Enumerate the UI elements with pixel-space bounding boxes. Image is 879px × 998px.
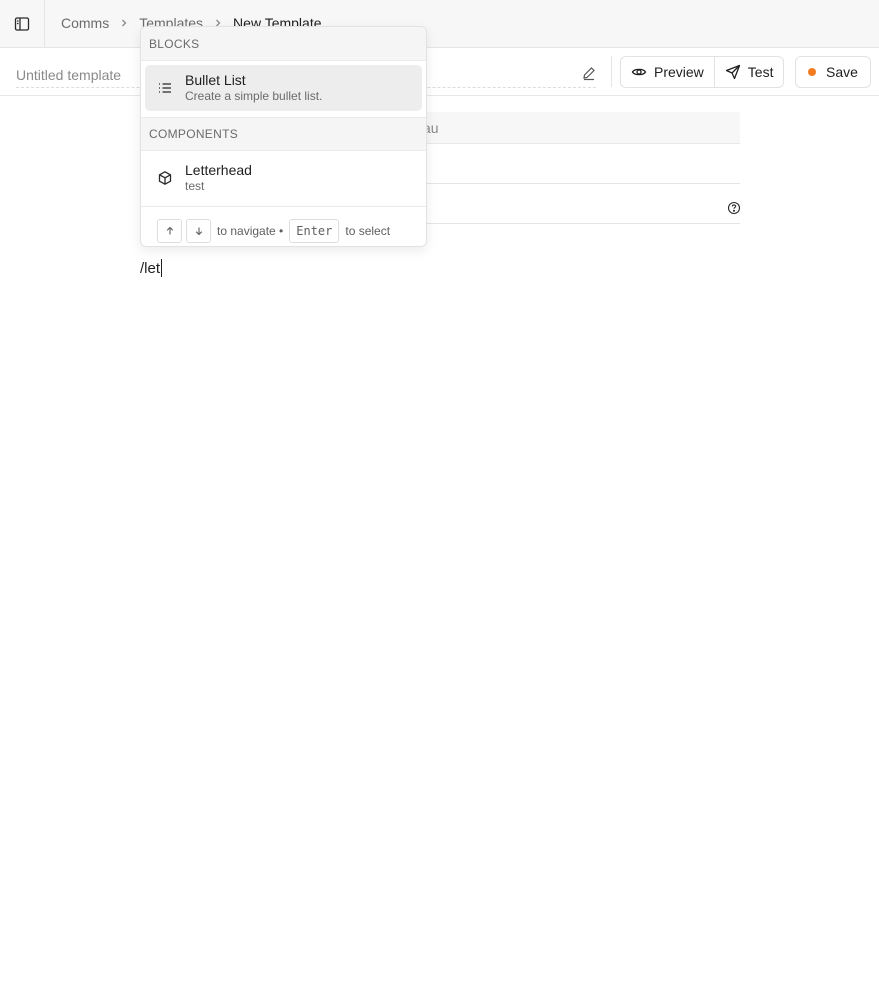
menu-item-title: Letterhead — [185, 162, 252, 178]
menu-item-bullet-list[interactable]: Bullet List Create a simple bullet list. — [145, 65, 422, 111]
top-bar: Comms Templates New Template — [0, 0, 879, 48]
arrow-down-icon — [195, 227, 202, 236]
blocks-section-heading: BLOCKS — [141, 27, 426, 61]
box-icon — [157, 170, 173, 186]
enter-key: Enter — [289, 219, 340, 243]
list-icon — [157, 80, 173, 96]
editor-text: /let — [140, 259, 161, 277]
menu-item-subtitle: Create a simple bullet list. — [185, 89, 323, 103]
menu-item-letterhead[interactable]: Letterhead test — [145, 155, 422, 201]
sidebar-icon — [14, 16, 30, 31]
action-button-group: Preview Test — [620, 56, 785, 88]
test-button[interactable]: Test — [713, 57, 784, 87]
navigate-hint: to navigate • — [217, 224, 284, 238]
text-caret — [161, 259, 163, 277]
blocks-list: Bullet List Create a simple bullet list. — [141, 65, 426, 117]
arrow-up-icon — [166, 226, 173, 235]
send-icon — [725, 64, 740, 80]
arrow-down-key — [186, 219, 211, 243]
components-section-heading: COMPONENTS — [141, 117, 426, 151]
help-circle-icon[interactable] — [727, 201, 741, 215]
toolbar-divider — [611, 56, 612, 87]
arrow-up-key — [157, 219, 182, 243]
slash-command-menu: BLOCKS Bullet List Create a simple bulle… — [140, 26, 427, 247]
pencil-icon[interactable] — [581, 65, 597, 81]
menu-footer-hints: to navigate • Enter to select — [141, 207, 426, 246]
editor-content[interactable]: /let — [140, 259, 163, 277]
breadcrumb-comms[interactable]: Comms — [61, 15, 109, 31]
preview-label: Preview — [654, 64, 704, 80]
save-label: Save — [826, 64, 858, 80]
menu-item-title: Bullet List — [185, 72, 246, 88]
sidebar-toggle-button[interactable] — [0, 0, 45, 47]
unsaved-indicator-dot — [808, 68, 817, 76]
preview-button[interactable]: Preview — [621, 57, 714, 87]
chevron-right-icon — [119, 18, 129, 28]
test-label: Test — [747, 64, 774, 80]
eye-icon — [631, 68, 647, 76]
menu-item-subtitle: test — [185, 179, 205, 193]
select-hint: to select — [345, 224, 391, 238]
save-button[interactable]: Save — [795, 56, 871, 88]
components-list: Letterhead test — [141, 155, 426, 207]
